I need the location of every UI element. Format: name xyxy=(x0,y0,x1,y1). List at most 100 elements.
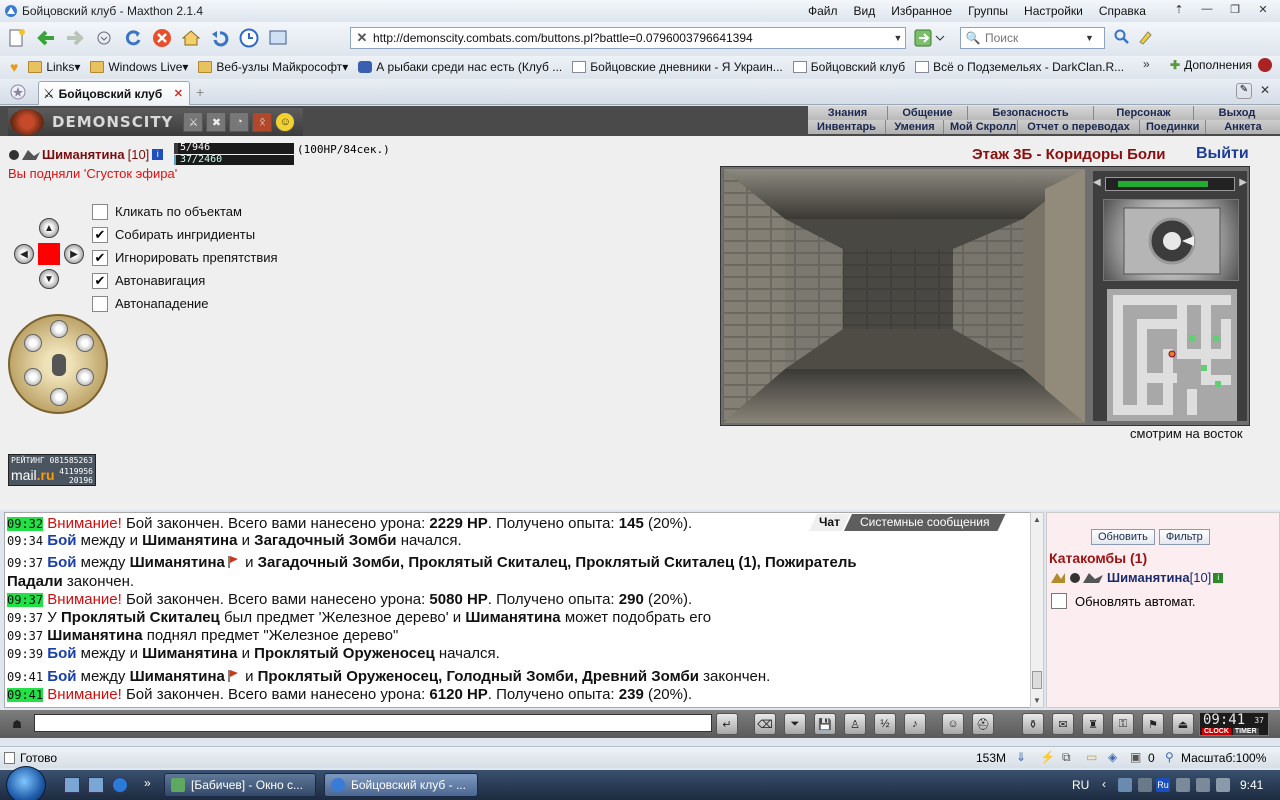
checkbox[interactable]: ✔ xyxy=(92,226,108,243)
back-icon[interactable] xyxy=(35,27,57,49)
new-tab-icon[interactable]: + xyxy=(196,84,204,100)
option-collect-ingredients[interactable]: ✔ Собирать ингридиенты xyxy=(92,223,278,246)
option-auto-navigation[interactable]: ✔ Автонавигация xyxy=(92,269,278,292)
swords-icon[interactable]: ⚔ xyxy=(183,112,204,132)
tray-app-icon[interactable] xyxy=(1138,778,1152,792)
send-icon[interactable]: ↵ xyxy=(716,713,738,735)
battle-link[interactable]: Бой xyxy=(47,554,76,571)
fav-item[interactable]: Бойцовский клуб xyxy=(792,60,905,74)
chat-text[interactable]: Проклятый Скиталец xyxy=(61,609,220,626)
smiley-icon[interactable]: ☺ xyxy=(942,713,964,735)
battle-link[interactable]: Бой xyxy=(47,532,76,549)
addons-button[interactable]: ✚ Дополнения xyxy=(1170,58,1273,72)
clan-badge-icon[interactable] xyxy=(8,148,42,162)
tray-monitor-icon[interactable] xyxy=(1196,778,1210,792)
chat-input[interactable] xyxy=(34,714,712,732)
tab-system-messages[interactable]: Системные сообщения xyxy=(844,514,1006,531)
fav-item[interactable]: Links ▾ xyxy=(28,60,80,74)
screen-icon[interactable] xyxy=(267,27,289,49)
tray-network-icon[interactable] xyxy=(1118,778,1132,792)
walk-icon[interactable]: ♙ xyxy=(844,713,866,735)
address-dropdown-icon[interactable]: ▼ xyxy=(891,33,905,43)
nav-fights[interactable]: Поединки xyxy=(1140,120,1206,134)
switch-windows-icon[interactable] xyxy=(88,777,104,793)
gauge-icon[interactable]: ◔ xyxy=(229,112,250,132)
nav-communication[interactable]: Общение xyxy=(888,106,968,120)
skill-slot-icon[interactable] xyxy=(50,320,68,338)
rating-counter[interactable]: РЕЙТИНГ 081585263 mail.ru 4119956 20196 xyxy=(8,454,96,486)
compass-right-icon[interactable]: ▶ xyxy=(1239,177,1247,188)
tab-chat[interactable]: Чат xyxy=(809,514,850,531)
menu-help[interactable]: Справка xyxy=(1099,4,1146,18)
tab-close-all-icon[interactable]: ✕ xyxy=(1260,83,1270,97)
tools-icon[interactable]: ✎ xyxy=(1236,83,1252,99)
online-user[interactable]: Шиманятина [10] i xyxy=(1051,570,1224,585)
internet-explorer-icon[interactable] xyxy=(112,777,128,793)
tray-clock[interactable]: 9:41 xyxy=(1240,778,1263,792)
fav-item[interactable]: Всё о Подземельях - DarkClan.R... xyxy=(915,60,1124,74)
scroll-up-icon[interactable]: ▲ xyxy=(1033,515,1041,524)
lock-status-icon[interactable]: ▣ xyxy=(1130,750,1141,764)
tray-volume-icon[interactable] xyxy=(1216,778,1230,792)
checkbox[interactable]: ✔ xyxy=(92,249,108,266)
go-button[interactable] xyxy=(914,29,948,47)
download-icon[interactable]: ⇓ xyxy=(1016,750,1026,764)
smiley-icon[interactable]: ☺ xyxy=(275,112,296,132)
tray-expand-icon[interactable]: ‹ xyxy=(1102,777,1106,791)
refresh-button[interactable]: Обновить xyxy=(1091,529,1155,545)
online-user-name[interactable]: Шиманятина xyxy=(1107,570,1190,585)
search-input[interactable] xyxy=(985,31,1085,45)
skill-slot-icon[interactable] xyxy=(50,388,68,406)
undo-icon[interactable] xyxy=(209,27,231,49)
skill-slot-icon[interactable] xyxy=(24,334,42,352)
chat-text[interactable]: 5080 HP xyxy=(429,591,487,608)
menu-settings[interactable]: Настройки xyxy=(1024,4,1083,18)
menu-groups[interactable]: Группы xyxy=(968,4,1008,18)
flag-icon[interactable]: ⚑ xyxy=(1142,713,1164,735)
turn-right-icon[interactable]: ▶ xyxy=(64,244,84,264)
chat-text[interactable]: 6120 HP xyxy=(429,686,487,703)
battle-link[interactable]: Бой xyxy=(47,668,76,685)
menu-file[interactable]: Файл xyxy=(808,4,838,18)
move-down-icon[interactable]: ▼ xyxy=(39,269,59,289)
tray-connection-icon[interactable] xyxy=(1176,778,1190,792)
language-indicator[interactable]: RU xyxy=(1072,778,1089,792)
player-name[interactable]: Шиманятина xyxy=(42,147,125,162)
auto-refresh-checkbox[interactable] xyxy=(1051,593,1067,609)
search-go-icon[interactable] xyxy=(1114,29,1130,45)
chat-text[interactable]: Шиманятина xyxy=(130,668,225,685)
home-icon[interactable] xyxy=(180,27,202,49)
chat-scrollbar[interactable]: ▲ ▼ xyxy=(1030,512,1044,708)
sound-icon[interactable]: ♪ xyxy=(904,713,926,735)
nav-exit[interactable]: Выход xyxy=(1194,106,1280,120)
chat-text[interactable]: Падали xyxy=(7,573,63,590)
new-page-icon[interactable] xyxy=(6,27,28,49)
minimize-icon[interactable]: — xyxy=(1194,1,1220,17)
chat-text[interactable]: Шиманятина xyxy=(130,554,225,571)
menu-favorites[interactable]: Избранное xyxy=(891,4,952,18)
helmet-icon[interactable]: ⛑ xyxy=(972,713,994,735)
fav-item[interactable]: Бойцовские дневники - Я Украин... xyxy=(572,60,783,74)
zoom-level[interactable]: Масштаб:100% xyxy=(1181,751,1266,765)
favorites-heart-icon[interactable]: ♥ xyxy=(10,59,18,75)
lock-icon[interactable]: ⚿ xyxy=(1112,713,1134,735)
option-ignore-obstacles[interactable]: ✔ Игнорировать препятствия xyxy=(92,246,278,269)
chat-text[interactable]: Шиманятина xyxy=(47,627,142,644)
forward-icon[interactable] xyxy=(64,27,86,49)
close-icon[interactable]: ✕ xyxy=(1250,1,1276,17)
option-auto-attack[interactable]: Автонападение xyxy=(92,292,278,315)
refresh-icon[interactable] xyxy=(122,27,144,49)
tab-menu-icon[interactable] xyxy=(10,84,26,100)
fav-item[interactable]: Веб-узлы Майкрософт ▾ xyxy=(198,60,348,74)
clock-icon[interactable] xyxy=(238,27,260,49)
timer-label[interactable]: TIMER xyxy=(1232,728,1259,735)
tray-ru-icon[interactable]: Ru xyxy=(1156,778,1170,792)
highlighter-icon[interactable] xyxy=(1137,29,1153,45)
search-dropdown-icon[interactable]: ▼ xyxy=(1085,33,1094,43)
checkbox[interactable]: ✔ xyxy=(92,272,108,289)
fav-item[interactable]: Windows Live ▾ xyxy=(90,60,188,74)
skill-slot-icon[interactable] xyxy=(76,334,94,352)
chat-text[interactable]: Проклятый Оруженосец xyxy=(254,645,435,662)
tools-cross-icon[interactable]: ✖ xyxy=(206,112,227,132)
network-icon[interactable]: ⧉ xyxy=(1062,750,1071,765)
